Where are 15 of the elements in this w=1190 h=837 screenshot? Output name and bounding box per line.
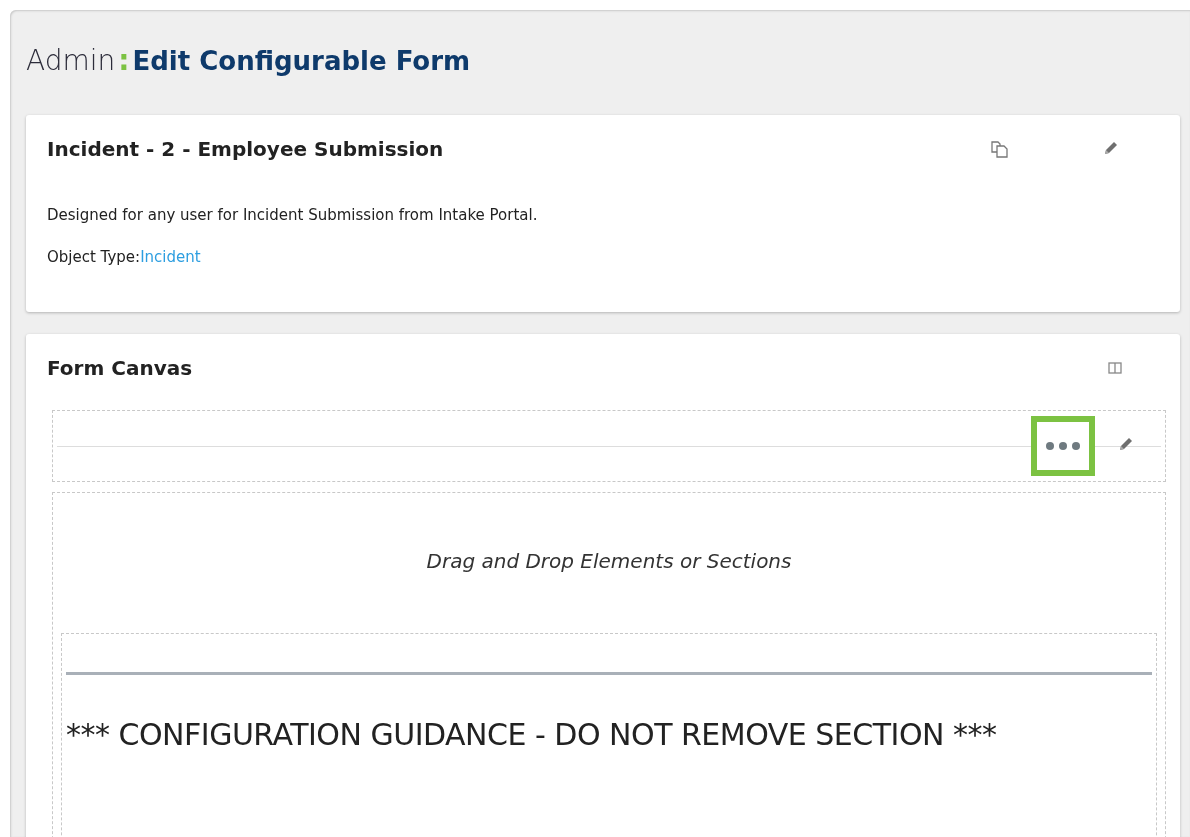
columns-icon[interactable] (1108, 362, 1122, 374)
section-heading: *** CONFIGURATION GUIDANCE - DO NOT REMOVE SECTION *** (66, 717, 998, 752)
form-description: Designed for any user for Incident Submission from Intake Portal. (47, 206, 539, 224)
pencil-icon[interactable] (1117, 435, 1135, 453)
object-type-link[interactable]: Incident (140, 248, 201, 266)
drop-hint: Drag and Drop Elements or Sections (425, 549, 793, 573)
object-type-label: Object Type: (47, 248, 141, 266)
breadcrumb-separator: : (118, 44, 130, 77)
canvas-title: Form Canvas (47, 356, 193, 380)
copy-icon[interactable] (990, 139, 1010, 159)
breadcrumb-admin: Admin (26, 44, 116, 77)
page-title: Edit Configurable Form (132, 46, 471, 76)
pencil-icon[interactable] (1102, 139, 1120, 157)
form-title: Incident - 2 - Employee Submission (47, 137, 444, 161)
more-button[interactable] (1031, 416, 1095, 476)
